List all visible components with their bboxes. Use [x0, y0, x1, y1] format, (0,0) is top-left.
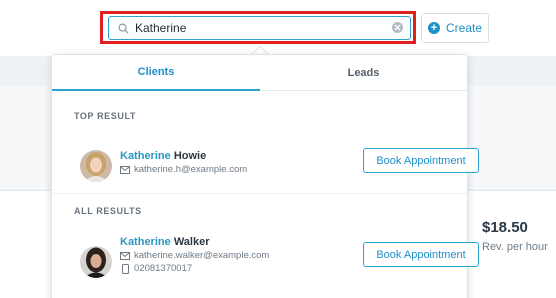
result-email: katherine.h@example.com: [120, 164, 247, 175]
search-box[interactable]: [108, 16, 411, 40]
search-input[interactable]: [133, 18, 383, 38]
tab-leads[interactable]: Leads: [260, 55, 467, 91]
result-first-name: Katherine: [120, 150, 171, 162]
plus-circle-icon: +: [427, 22, 440, 34]
result-phone: 02081370017: [120, 263, 192, 274]
create-button-label: Create: [445, 21, 483, 35]
tab-clients[interactable]: Clients: [52, 55, 260, 91]
envelope-icon: [120, 251, 130, 261]
top-result-heading: TOP RESULT: [74, 111, 137, 121]
result-item[interactable]: Katherine Howie katherine.h@example.com …: [80, 145, 479, 195]
result-email: katherine.walker@example.com: [120, 250, 269, 261]
result-email-text: katherine.h@example.com: [134, 164, 248, 175]
avatar: [80, 150, 112, 182]
section-divider: [52, 193, 467, 194]
create-button[interactable]: + Create: [421, 13, 489, 43]
rev-per-hour-label: Rev. per hour: [482, 241, 548, 253]
envelope-icon: [120, 165, 130, 175]
result-phone-text: 02081370017: [134, 263, 193, 274]
search-results-dropdown: Clients Leads TOP RESULT Katherine Howie: [51, 54, 479, 298]
result-email-text: katherine.walker@example.com: [134, 250, 270, 261]
avatar: [80, 246, 112, 278]
results-tabs: Clients Leads: [52, 55, 467, 91]
rev-per-hour-value: $18.50: [482, 219, 528, 236]
clear-search-icon[interactable]: [392, 22, 403, 33]
mobile-phone-icon: [120, 263, 130, 274]
result-last-name: Walker: [173, 236, 210, 248]
result-name: Katherine Howie: [120, 150, 206, 162]
book-appointment-button[interactable]: Book Appointment: [363, 148, 479, 173]
all-results-heading: ALL RESULTS: [74, 206, 142, 216]
result-name: Katherine Walker: [120, 236, 209, 248]
result-first-name: Katherine: [120, 236, 171, 248]
result-item[interactable]: Katherine Walker katherine.walker@exampl…: [80, 233, 479, 283]
search-icon: [113, 17, 133, 39]
book-appointment-button[interactable]: Book Appointment: [363, 242, 479, 267]
result-last-name: Howie: [173, 150, 207, 162]
